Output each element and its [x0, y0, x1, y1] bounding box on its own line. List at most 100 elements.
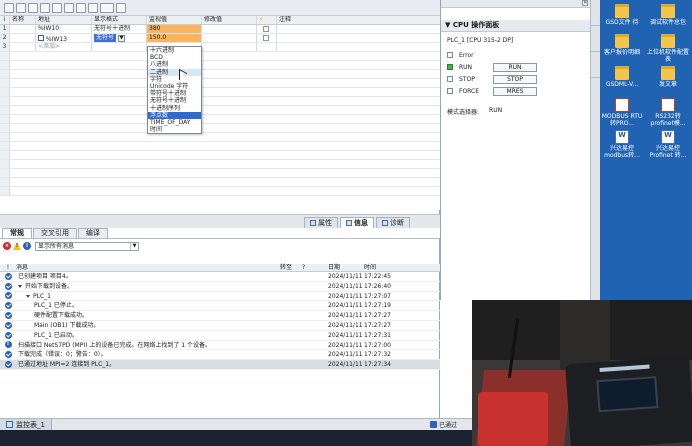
display-format-dropdown[interactable]: 十六进制 BCD 八进制 二进制 字符 Unicode 字符 带符号十进制 无符号十进制 十进制… [147, 46, 202, 135]
message-row[interactable]: 扫描接口 NetS7PD (MPI) 上的设备已完成。在网络上找到了 1 个设备… [0, 340, 440, 351]
message-help[interactable] [302, 292, 328, 301]
message-row[interactable]: Main (OB1) 下载成功。 2024/11/11 17:27:27 [0, 321, 440, 331]
message-help[interactable] [302, 360, 328, 369]
message-goto[interactable] [280, 341, 302, 350]
tab-info[interactable]: 信息 [340, 217, 374, 228]
format-option[interactable]: 十进制序列 [148, 105, 201, 112]
desktop-icon[interactable]: 发文章 [646, 66, 690, 88]
col-header-goto[interactable]: 转至 [280, 264, 302, 271]
cell-address[interactable]: %IW10 [36, 25, 92, 33]
message-help[interactable] [302, 282, 328, 291]
format-option[interactable]: 二进制 [148, 68, 201, 76]
info-filter-icon[interactable]: i [23, 242, 31, 250]
message-row[interactable]: 已创建项目 项目4。 2024/11/11 17:22:45 [0, 272, 440, 282]
table-row[interactable]: 2 %IW13 无符号 ▼ 150.0 [0, 34, 440, 43]
format-option[interactable]: 无符号十进制 [148, 97, 201, 104]
table-row[interactable]: 3 <添加> [0, 43, 440, 52]
new-icon[interactable] [4, 2, 14, 13]
col-header-lightning[interactable]: ⚡ [257, 16, 277, 24]
desktop-icon[interactable]: 调试软件总包 [646, 4, 690, 26]
cell-address[interactable]: %IW13 [36, 34, 92, 42]
cell-display-format[interactable]: 无符号 ▼ [92, 34, 147, 42]
warning-filter-icon[interactable]: ! [13, 242, 21, 250]
glasses-icon[interactable] [100, 2, 114, 13]
col-header-address[interactable]: 地址 [36, 16, 92, 24]
col-header-time[interactable]: 时间 [364, 264, 440, 271]
cell-modify-value[interactable] [202, 25, 257, 33]
cell-modify-checkbox[interactable] [257, 43, 277, 51]
subtab-compile[interactable]: 编译 [78, 228, 108, 238]
desktop-icon[interactable]: MODBUS RTU转PRO... [600, 98, 644, 127]
cpu-mode-button[interactable]: STOP [493, 74, 537, 84]
filter-icon[interactable] [52, 2, 62, 13]
cpu-panel-title[interactable]: ▼ CPU 操作面板 [441, 20, 590, 32]
desktop-icon[interactable]: GSD文件 待 [600, 4, 644, 26]
save-icon[interactable] [28, 2, 38, 13]
message-help[interactable] [302, 341, 328, 350]
display-icon[interactable] [116, 2, 126, 13]
cell-modify-checkbox[interactable] [257, 25, 277, 33]
desktop-icon[interactable]: 客户报价明细 [600, 34, 644, 56]
message-row[interactable]: PLC_1 已停止。 2024/11/11 17:27:19 [0, 301, 440, 312]
message-goto[interactable] [280, 301, 302, 310]
tab-properties[interactable]: 属性 [304, 217, 338, 228]
message-row[interactable]: 下载完成（错误：0；警告：0）。 2024/11/11 17:27:32 [0, 350, 440, 361]
cell-modify-checkbox[interactable] [257, 34, 277, 42]
cell-comment[interactable] [277, 34, 440, 42]
format-option[interactable]: 八进制 [148, 61, 201, 68]
cell-name[interactable] [10, 43, 36, 51]
desktop-icon[interactable]: GSDML-V... [600, 66, 644, 88]
cpu-mode-button[interactable]: MRES [493, 86, 537, 96]
col-header-format[interactable]: 显示格式 [92, 16, 147, 24]
message-row[interactable]: PLC_1 已启动。 2024/11/11 17:27:31 [0, 331, 440, 341]
message-goto[interactable] [280, 360, 302, 369]
cell-modify-value[interactable] [202, 34, 257, 42]
chevron-down-icon[interactable]: ▼ [118, 35, 126, 42]
table-icon[interactable] [16, 2, 26, 13]
col-header-help[interactable]: ? [302, 264, 328, 271]
col-header-comment[interactable]: 注释 [277, 16, 440, 24]
checkbox-icon[interactable] [263, 26, 269, 32]
col-header-date[interactable]: 日期 [328, 264, 364, 271]
close-icon[interactable]: × [582, 0, 588, 6]
message-help[interactable] [302, 272, 328, 281]
message-row[interactable]: PLC_1 2024/11/11 17:27:07 [0, 292, 440, 302]
message-help[interactable] [302, 350, 328, 359]
cell-modify-value[interactable] [202, 43, 257, 51]
cell-comment[interactable] [277, 25, 440, 33]
cell-name[interactable] [10, 25, 36, 33]
editor-tab-watch-table[interactable]: 监控表_1 [0, 419, 52, 430]
format-option[interactable]: 浮点数 [148, 111, 201, 119]
col-header-name[interactable]: 名称 [10, 16, 36, 24]
format-option[interactable]: 十六进制 [148, 47, 201, 54]
format-option[interactable]: 字符 [148, 76, 201, 83]
subtab-cross-reference[interactable]: 交叉引用 [33, 228, 77, 238]
expand-icon[interactable] [26, 294, 30, 298]
checkbox-icon[interactable] [263, 35, 269, 41]
desktop-icon[interactable]: RS232转 profinet模... [646, 98, 690, 127]
message-row[interactable]: 已通过地址 MPI=2 连接到 PLC_1。 2024/11/11 17:27:34 [0, 360, 440, 370]
col-header-monitor[interactable]: 监视值 [147, 16, 202, 24]
cpu-mode-button[interactable]: RUN [493, 62, 537, 72]
format-option[interactable]: 时间 [148, 126, 201, 133]
cell-display-format[interactable]: 无符号十进制 [92, 25, 147, 33]
error-filter-icon[interactable]: × [3, 242, 11, 250]
message-goto[interactable] [280, 321, 302, 330]
cell-name[interactable] [10, 34, 36, 42]
message-goto[interactable] [280, 331, 302, 340]
cell-display-format[interactable] [92, 43, 147, 51]
modify-icon[interactable] [88, 2, 98, 13]
desktop-icon[interactable]: 兴达易控 Profinet 转... [646, 130, 690, 159]
desktop-icon[interactable]: 兴达易控 modbus转... [600, 130, 644, 159]
table-row[interactable]: 1 %IW10 无符号十进制 380 [0, 25, 440, 34]
message-row[interactable]: 硬件配置下载成功。 2024/11/11 17:27:27 [0, 311, 440, 321]
format-option[interactable]: TIME_OF_DAY [148, 119, 201, 126]
col-header-message[interactable]: 消息 [16, 264, 280, 271]
message-help[interactable] [302, 301, 328, 310]
desktop-icon[interactable]: 上位机软件配置表 [646, 34, 690, 63]
message-row[interactable]: 开始下载到设备。 2024/11/11 17:26:40 [0, 282, 440, 292]
message-goto[interactable] [280, 272, 302, 281]
monitor-icon[interactable] [64, 2, 74, 13]
expand-icon[interactable] [18, 284, 22, 288]
cell-comment[interactable] [277, 43, 440, 51]
